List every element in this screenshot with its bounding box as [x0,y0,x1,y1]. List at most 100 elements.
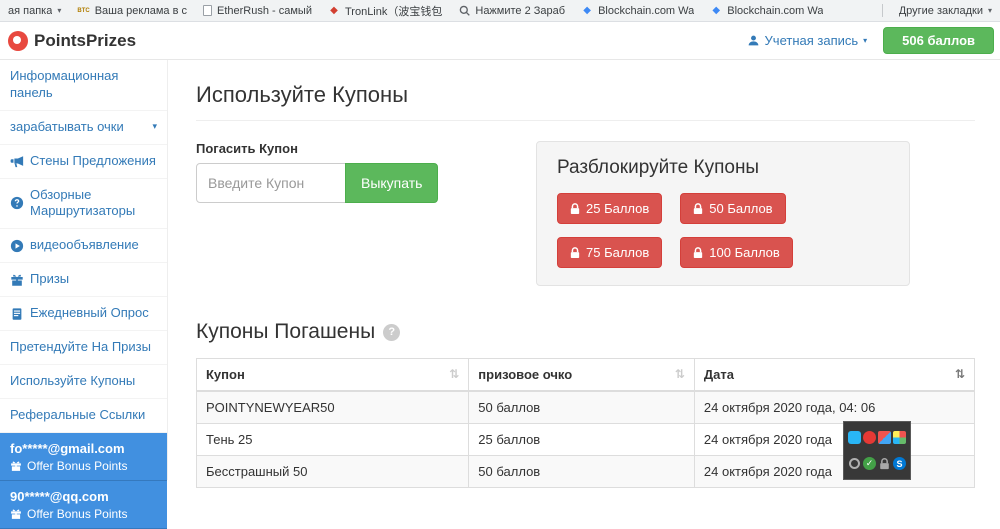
document-favicon-icon [203,5,212,16]
other-bookmarks-label: Другие закладки [899,5,983,17]
cell-coupon: POINTYNEWYEAR50 [197,391,469,424]
bookmark-label: Blockchain.com Wa [598,5,694,17]
lock-icon [693,203,703,215]
bookmark-item[interactable]: EtherRush - самый [203,5,312,17]
referral-sub-label: Offer Bonus Points [27,459,128,473]
tray-app-icon[interactable] [878,431,891,444]
sidebar-item-label: Призы [30,271,69,288]
bookmark-label: Нажмите 2 Зараб [475,5,565,17]
brand-logo-link[interactable]: PointsPrizes [8,31,136,51]
sidebar-item-claim-prizes[interactable]: Претендуйте На Призы [0,331,167,365]
lock-icon [693,247,703,259]
account-menu[interactable]: Учетная запись ▾ [747,33,868,48]
column-header-date[interactable]: Дата ⇅ [694,359,974,392]
gift-icon [10,460,22,472]
coupon-input-group: Выкупать [196,163,536,203]
sidebar-item-use-coupons[interactable]: Используйте Купоны [0,365,167,399]
user-icon [747,34,760,47]
referral-sub: Offer Bonus Points [10,459,157,473]
bookmark-item[interactable]: BTC Ваша реклама в с [77,5,187,17]
coupon-input[interactable] [196,163,346,203]
cell-coupon: Бесстрашный 50 [197,456,469,488]
help-icon[interactable]: ? [383,324,400,341]
bookmark-label: Blockchain.com Wa [727,5,823,17]
bookmark-item[interactable]: ◆ Blockchain.com Wa [710,5,823,17]
referral-sub: Offer Bonus Points [10,507,157,521]
play-circle-icon [10,239,24,253]
sidebar-item-daily-poll[interactable]: Ежедневный Опрос [0,297,167,331]
sidebar-item-prizes[interactable]: Призы [0,263,167,297]
sidebar-item-survey-routers[interactable]: Обзорные Маршрутизаторы [0,179,167,230]
unlock-button-label: 100 Баллов [709,245,780,260]
sort-icon: ⇅ [449,367,459,381]
survey-icon [10,307,24,321]
sidebar-item-label: Информационная панель [10,68,157,102]
column-label: Дата [704,367,734,382]
tray-ring-icon[interactable] [849,458,860,469]
referral-account-item[interactable]: 90*****@qq.com Offer Bonus Points [0,481,167,529]
unlock-100-button[interactable]: 100 Баллов [680,237,793,268]
cell-points: 50 баллов [469,391,695,424]
sidebar-item-label: Используйте Купоны [10,373,135,390]
unlock-button-label: 50 Баллов [709,201,772,216]
sidebar-item-label: Ежедневный Опрос [30,305,149,322]
bookmark-item[interactable]: Нажмите 2 Зараб [458,5,565,17]
cell-date: 24 октября 2020 года [694,424,974,456]
redeem-button[interactable]: Выкупать [345,163,438,203]
bookmarks-bar: ая папка ▾ BTC Ваша реклама в с EtherRus… [0,0,1000,22]
sidebar-item-offer-walls[interactable]: Стены Предложения [0,145,167,179]
referral-email: 90*****@qq.com [10,489,157,504]
referral-email: fo*****@gmail.com [10,441,157,456]
unlock-75-button[interactable]: 75 Баллов [557,237,662,268]
redeemed-section-title: Купоны Погашены ? [196,320,975,344]
chevron-down-icon: ▾ [57,6,61,15]
sidebar: Информационная панель зарабатывать очки … [0,60,168,480]
bookmark-item[interactable]: ◆ TronLink（波宝钱包 [328,3,442,19]
tray-chat-icon[interactable] [848,431,861,444]
cell-points: 25 баллов [469,424,695,456]
redeem-label: Погасить Купон [196,141,536,156]
tray-skype-icon[interactable]: S [893,457,906,470]
sidebar-item-referral-links[interactable]: Реферальные Ссылки [0,399,167,433]
sidebar-item-earn-points[interactable]: зарабатывать очки ▾ [0,111,167,145]
chevron-down-icon: ▾ [988,6,992,15]
brand-logo-icon [8,31,28,51]
bookmark-item[interactable]: ◆ Blockchain.com Wa [581,5,694,17]
magnifier-favicon-icon [458,5,470,17]
blockchain-favicon-icon: ◆ [710,5,722,17]
system-tray-popup: ✓ S [843,421,911,480]
unlock-panel-title: Разблокируйте Купоны [557,157,889,179]
bookmark-folder[interactable]: ая папка ▾ [8,5,61,17]
redeem-form: Погасить Купон Выкупать [196,141,536,203]
sort-desc-icon: ⇅ [955,367,965,381]
cell-date: 24 октября 2020 года, 04: 06 [694,391,974,424]
btc-favicon-icon: BTC [77,5,89,17]
other-bookmarks-button[interactable]: Другие закладки ▾ [899,5,992,17]
sidebar-item-dashboard[interactable]: Информационная панель [0,60,167,111]
referral-account-item[interactable]: fo*****@gmail.com Offer Bonus Points [0,433,167,481]
brand-name: PointsPrizes [34,31,136,51]
column-header-points[interactable]: призовое очко ⇅ [469,359,695,392]
sidebar-item-video-ads[interactable]: видеообъявление [0,229,167,263]
table-header-row: Купон ⇅ призовое очко ⇅ Дата ⇅ [197,359,975,392]
unlock-50-button[interactable]: 50 Баллов [680,193,785,224]
tray-record-icon[interactable] [863,431,876,444]
question-circle-icon [10,196,24,210]
tray-apps-grid-icon[interactable] [893,431,906,444]
table-row: POINTYNEWYEAR50 50 баллов 24 октября 202… [197,391,975,424]
points-balance-button[interactable]: 506 баллов [883,27,994,54]
lock-icon [570,247,580,259]
unlock-25-button[interactable]: 25 Баллов [557,193,662,224]
tray-check-icon[interactable]: ✓ [863,457,876,470]
bookmarks-divider [882,4,883,17]
redeem-row: Погасить Купон Выкупать Разблокируйте Ку… [196,141,975,286]
cell-date: 24 октября 2020 года [694,456,974,488]
sidebar-item-label: зарабатывать очки [10,119,124,136]
gift-icon [10,273,24,287]
sidebar-item-label: Претендуйте На Призы [10,339,151,356]
unlock-button-label: 75 Баллов [586,245,649,260]
tray-lock-icon[interactable] [878,457,891,470]
bookmark-label: EtherRush - самый [217,5,312,17]
column-header-coupon[interactable]: Купон ⇅ [197,359,469,392]
site-header: PointsPrizes Учетная запись ▾ 506 баллов [0,22,1000,60]
